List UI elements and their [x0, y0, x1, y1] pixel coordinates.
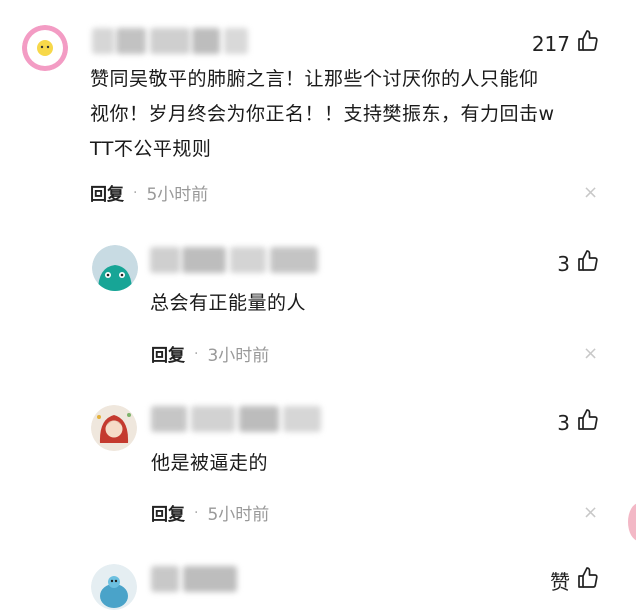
- comment-meta: 回复 · 5小时前: [90, 180, 209, 206]
- like-button[interactable]: 赞: [550, 566, 600, 595]
- avatar[interactable]: [92, 245, 138, 291]
- comment-text: 总会有正能量的人: [150, 292, 307, 314]
- comment-text: 赞同吴敬平的肺腑之言！让那些个讨厌你的人只能仰 视你！岁月终会为你正名！！支持樊…: [90, 62, 610, 167]
- comment-time: 5小时前: [207, 505, 270, 525]
- separator-dot: ·: [194, 345, 199, 362]
- username-blurred[interactable]: [151, 566, 243, 592]
- avatar[interactable]: [91, 564, 137, 610]
- avatar[interactable]: [22, 25, 68, 71]
- comment-line: 视你！岁月终会为你正名！！支持樊振东，有力回击w: [90, 103, 555, 125]
- reply-button[interactable]: 回复: [90, 180, 124, 205]
- reply-button[interactable]: 回复: [151, 500, 185, 525]
- thumbs-up-icon: [576, 408, 600, 437]
- comment-line: 赞同吴敬平的肺腑之言！让那些个讨厌你的人只能仰: [90, 68, 539, 90]
- comment-text: 他是被逼走的: [151, 452, 269, 474]
- like-button[interactable]: 3: [557, 249, 600, 278]
- thumbs-up-icon: [576, 566, 600, 595]
- separator-dot: ·: [194, 504, 199, 521]
- comment-meta: 回复 · 3小时前: [151, 341, 270, 367]
- thumbs-up-icon: [576, 249, 600, 278]
- separator-dot: ·: [133, 184, 138, 201]
- like-button[interactable]: 217: [532, 29, 600, 58]
- comment-line: TT不公平规则: [90, 138, 212, 160]
- like-count: 217: [531, 31, 570, 56]
- like-count: 3: [557, 410, 570, 435]
- close-icon[interactable]: ×: [583, 182, 598, 203]
- comment-time: 5小时前: [146, 185, 209, 205]
- like-count: 3: [557, 251, 570, 276]
- floating-edge-button[interactable]: [628, 503, 636, 541]
- reply-button[interactable]: 回复: [151, 341, 185, 366]
- close-icon[interactable]: ×: [583, 502, 598, 523]
- comment-meta: 回复 · 5小时前: [151, 500, 270, 526]
- avatar[interactable]: [91, 405, 137, 451]
- like-button[interactable]: 3: [557, 408, 600, 437]
- comment-time: 3小时前: [207, 346, 270, 366]
- username-blurred[interactable]: [150, 247, 328, 273]
- username-blurred[interactable]: [151, 406, 325, 432]
- thumbs-up-icon: [576, 29, 600, 58]
- close-icon[interactable]: ×: [583, 343, 598, 364]
- username-blurred[interactable]: [92, 28, 252, 54]
- like-count: 赞: [550, 570, 570, 594]
